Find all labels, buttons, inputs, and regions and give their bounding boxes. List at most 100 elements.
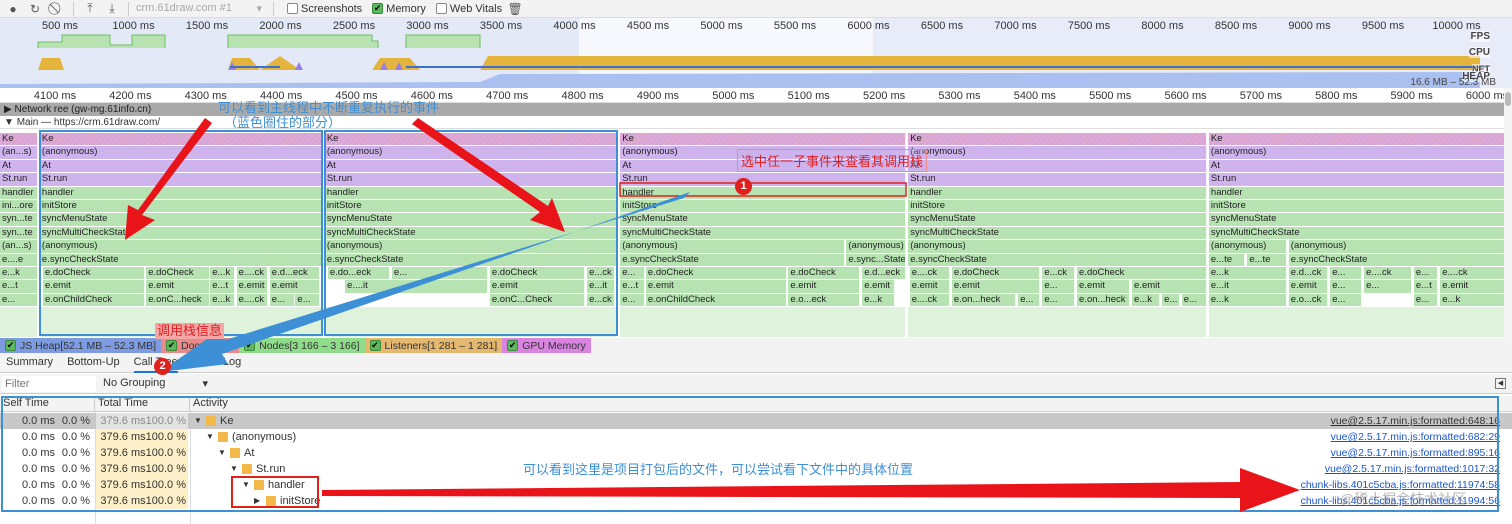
flame-event[interactable]: e.syncCheckState [908,253,1207,266]
flame-event[interactable]: e.syncCheckState [324,253,618,266]
flame-event[interactable]: (anonymous) [1208,146,1504,159]
flame-event[interactable]: syncMenuState [1208,213,1504,226]
memory-counter-checkbox[interactable]: ✔ Documents [161,338,240,353]
flame-event[interactable]: e... [620,267,646,280]
flame-event[interactable]: e... [1042,293,1075,307]
header-total-time[interactable]: Total Time [95,396,190,412]
flame-event[interactable]: e.doCheck [489,267,585,280]
flame-event[interactable]: Ke [1208,133,1504,146]
memory-checkbox[interactable]: ✔ Memory [372,3,426,15]
flame-event[interactable]: e... [0,293,39,307]
flame-event[interactable]: handler [1208,186,1504,199]
flame-event[interactable]: e...t [1413,280,1439,293]
source-link[interactable]: vue@2.5.17.min.js:formatted:682:29 [1331,429,1500,445]
header-self-time[interactable]: Self Time [0,396,95,412]
flame-event[interactable]: e.doCheck [146,267,211,280]
flame-event[interactable]: e...k [210,267,236,280]
flame-event[interactable]: syncMenuState [39,213,322,226]
flame-event[interactable]: e.onC...Check [489,293,585,307]
flame-event[interactable]: e... [1330,293,1362,307]
flame-event[interactable]: e.emit [862,280,896,293]
flame-event[interactable]: e...k [0,267,39,280]
flame-event[interactable]: Ke [39,133,322,146]
flame-event[interactable]: At [39,159,322,173]
flame-event[interactable]: e.emit [951,280,1041,293]
table-row[interactable]: 0.0 ms 0.0 % 379.6 ms100.0 % ▶ initStore chun… [0,493,1512,509]
trash-icon[interactable]: 🗑 [506,1,524,17]
flame-event[interactable]: e... [269,293,295,307]
tab-event-log[interactable]: Event Log [192,353,242,373]
flame-event[interactable]: e...te [1247,253,1288,266]
flame-event[interactable]: At [908,159,1207,173]
flame-event[interactable]: e.onChildCheck [42,293,145,307]
header-activity[interactable]: Activity [190,396,1512,412]
flame-event[interactable]: (anonymous) [1208,240,1288,253]
flame-event[interactable]: (anonymous) [39,240,322,253]
flame-scrollbar[interactable] [1504,88,1512,338]
flame-event[interactable]: e.emit [146,280,211,293]
flame-event[interactable]: handler [39,186,322,199]
flame-event[interactable]: (an...s) [0,146,39,159]
flame-event[interactable]: syncMultiCheckState [39,226,322,240]
flame-event[interactable] [620,307,906,338]
flame-event[interactable]: e...ck [587,293,615,307]
flame-event[interactable]: e.syncCheckState [39,253,322,266]
record-icon[interactable]: ● [4,1,22,17]
expanded-triangle-icon[interactable]: ▼ [218,445,226,461]
flame-event[interactable]: e... [1330,280,1362,293]
flame-event[interactable]: Ke [620,133,906,146]
flame-event[interactable]: e.doCheck [788,267,860,280]
flame-event[interactable]: Ke [0,133,39,146]
tab-summary[interactable]: Summary [6,353,53,373]
expanded-triangle-icon[interactable]: ▼ [194,413,202,429]
flame-event[interactable]: e.do...eck [327,267,390,280]
flame-event[interactable]: syn...te [0,226,39,240]
flame-event[interactable]: syn...te [0,213,39,226]
flame-event[interactable]: e.emit [909,280,950,293]
flame-event[interactable]: initStore [39,200,322,213]
flame-event[interactable]: e.emit [489,280,585,293]
flame-event[interactable]: e.o...eck [788,293,860,307]
flame-event[interactable]: St.run [0,173,39,186]
flame-event[interactable]: St.run [39,173,322,186]
flame-event[interactable]: (anonymous) [1288,240,1504,253]
source-link[interactable]: vue@2.5.17.min.js:formatted:1017:32 [1325,461,1500,477]
flame-event[interactable]: e...k [1208,267,1288,280]
flame-event[interactable]: e....it [345,280,488,293]
flame-event[interactable]: (anonymous) [620,240,845,253]
flame-event[interactable]: e...t [0,280,39,293]
flame-event[interactable]: e.d...eck [862,267,906,280]
memory-counter-checkbox[interactable]: ✔ Nodes[3 166 – 3 166] [239,338,365,353]
flame-event[interactable]: e... [1018,293,1041,307]
flame-event[interactable]: e.onChildCheck [645,293,787,307]
flame-event[interactable]: (anonymous) [324,146,618,159]
flame-event[interactable]: St.run [908,173,1207,186]
filter-input[interactable] [2,376,96,392]
flame-event[interactable]: handler [620,186,906,199]
flame-event[interactable]: e... [1413,293,1439,307]
expanded-triangle-icon[interactable]: ▼ [230,461,238,477]
scrollbar-thumb[interactable] [1505,92,1511,106]
flame-event[interactable]: syncMultiCheckState [324,226,618,240]
flame-event[interactable]: initStore [908,200,1207,213]
flame-event[interactable]: syncMenuState [620,213,906,226]
flame-event[interactable]: e....ck [1440,267,1504,280]
flame-event[interactable]: e...t [620,280,646,293]
memory-counter-checkbox[interactable]: ✔ JS Heap[52.1 MB – 52.3 MB] [0,338,161,353]
flame-event[interactable]: e.emit [1132,280,1207,293]
web-vitals-checkbox[interactable]: Web Vitals [435,3,502,15]
flame-event[interactable]: syncMenuState [324,213,618,226]
grouping-select[interactable]: No Grouping ▾ [103,377,208,390]
flame-event[interactable]: e...k [1208,293,1288,307]
flame-event[interactable]: St.run [1208,173,1504,186]
flame-event[interactable]: e...k [862,293,896,307]
collapsed-triangle-icon[interactable]: ▶ [254,493,262,509]
flame-event[interactable]: At [0,159,39,173]
flame-event[interactable]: e.onC...heck [146,293,211,307]
flame-event[interactable]: initStore [620,200,906,213]
flame-event[interactable]: At [1208,159,1504,173]
flame-event[interactable]: handler [324,186,618,199]
flame-event[interactable]: e... [620,293,646,307]
flame-event[interactable]: e... [391,267,488,280]
flame-event[interactable]: e...k [1132,293,1160,307]
